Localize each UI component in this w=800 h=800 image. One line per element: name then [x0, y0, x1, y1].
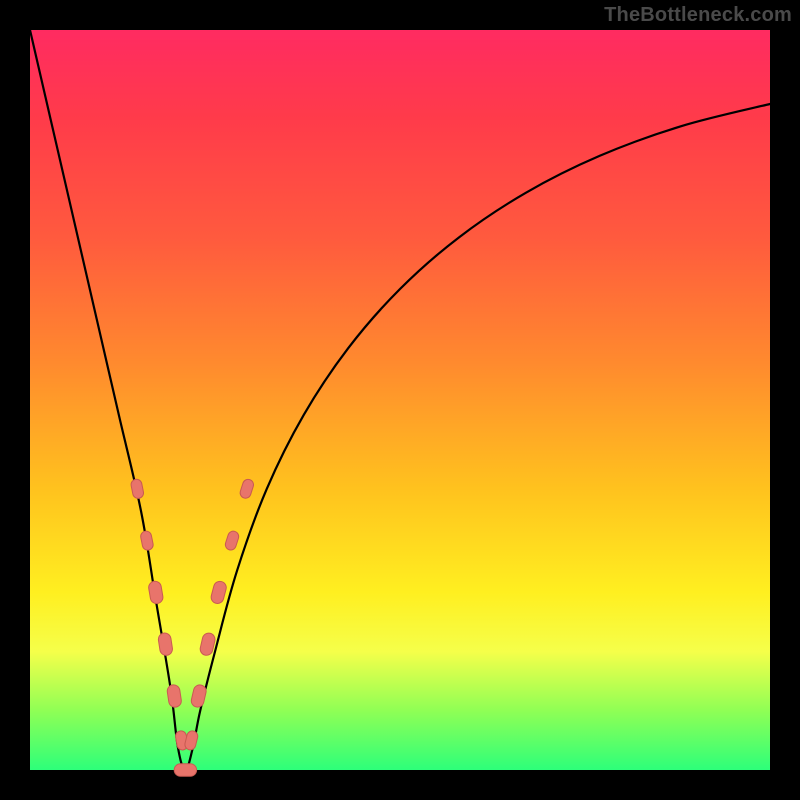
curve-marker	[130, 478, 144, 499]
curve-line	[30, 30, 770, 770]
bottleneck-chart	[30, 30, 770, 770]
curve-marker	[148, 580, 164, 604]
curve-marker	[184, 730, 199, 751]
curve-marker	[166, 684, 182, 708]
curve-marker	[174, 764, 196, 777]
curve-marker	[158, 632, 174, 656]
curve-marker	[210, 580, 228, 605]
curve-marker	[190, 684, 207, 709]
marker-group	[130, 478, 255, 776]
chart-stage: TheBottleneck.com	[0, 0, 800, 800]
curve-marker	[140, 530, 154, 551]
curve-marker	[224, 530, 240, 552]
watermark-text: TheBottleneck.com	[604, 4, 792, 27]
plot-area	[30, 30, 770, 770]
curve-marker	[239, 478, 255, 500]
